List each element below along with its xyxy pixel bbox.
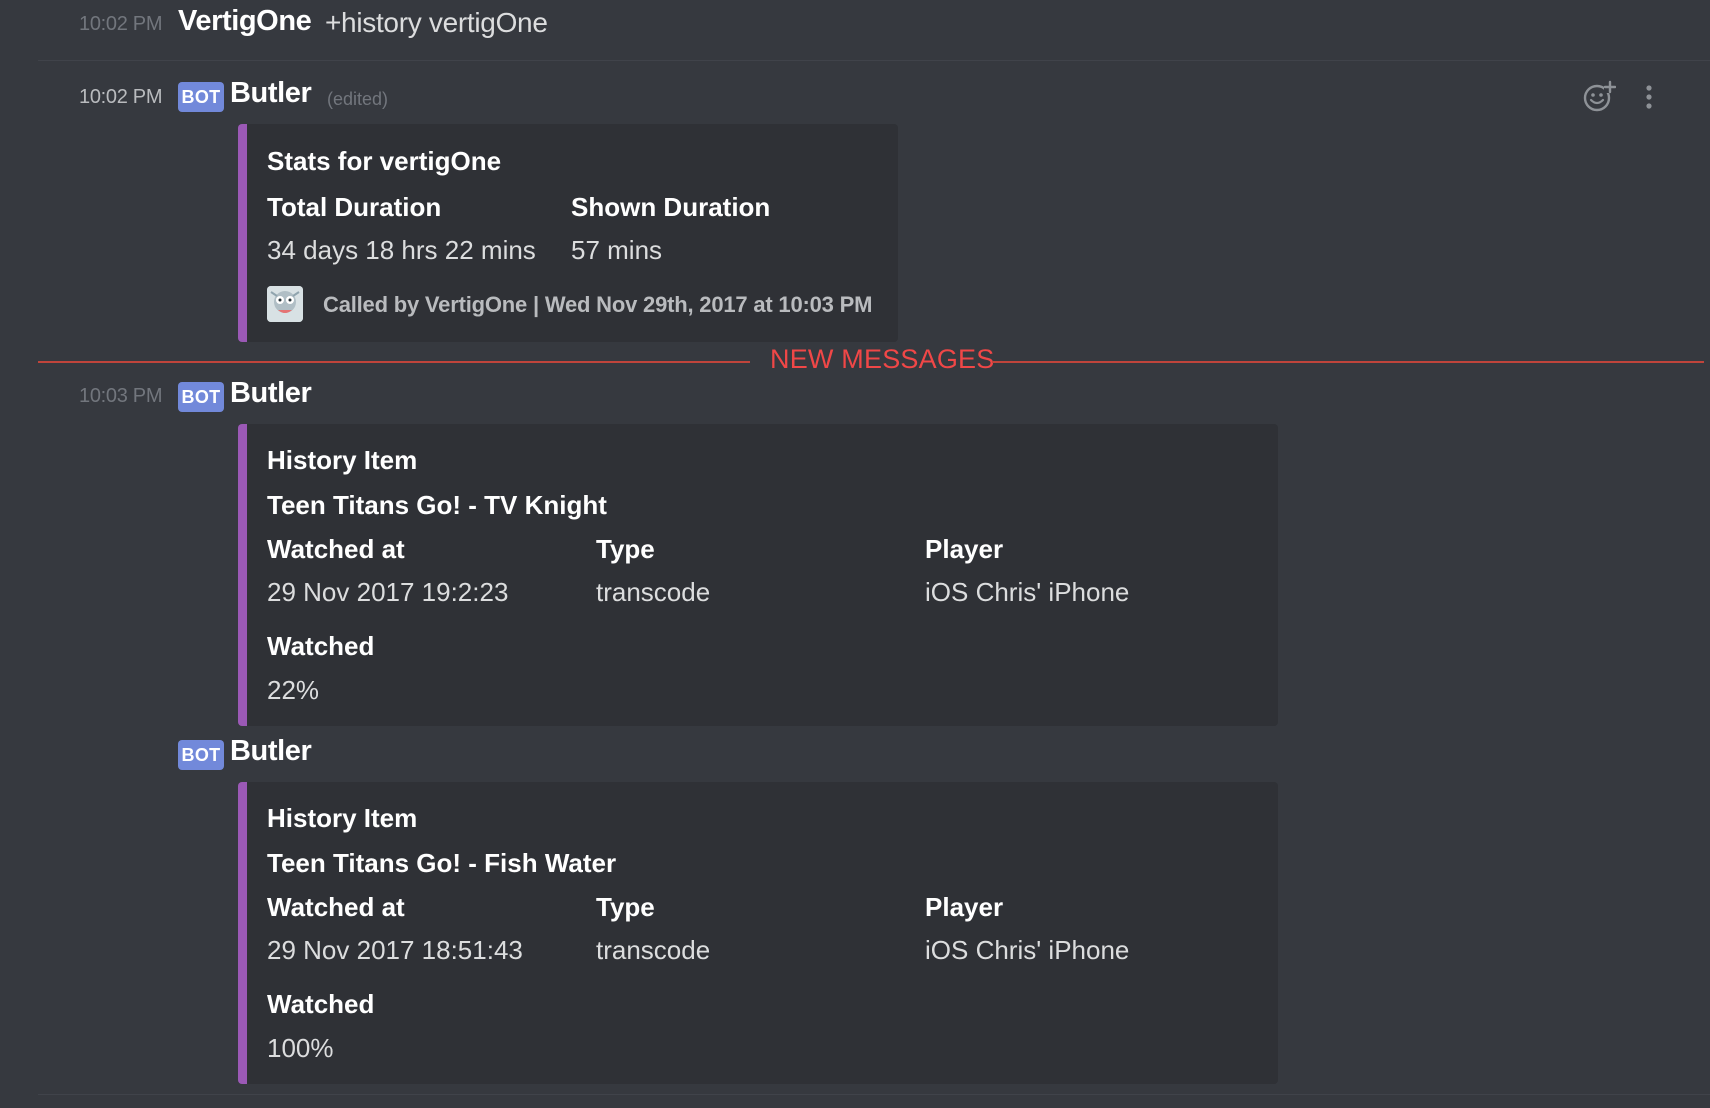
field-name-watched-at: Watched at <box>267 534 405 564</box>
field-name-watched: Watched <box>267 631 375 661</box>
message-content: +history vertigOne <box>325 7 548 38</box>
field-value-watched-at: 29 Nov 2017 19:2:23 <box>267 577 509 607</box>
embed-footer: Called by VertigOne | Wed Nov 29th, 2017… <box>323 292 873 317</box>
new-messages-line-left <box>38 361 750 363</box>
message-timestamp: 10:02 PM <box>79 86 163 108</box>
field-value-player: iOS Chris' iPhone <box>925 577 1130 607</box>
author-name[interactable]: Butler <box>230 377 312 410</box>
history-embed-1: History Item Teen Titans Go! - TV Knight… <box>238 424 1278 726</box>
history-embed-2: History Item Teen Titans Go! - Fish Wate… <box>238 782 1278 1084</box>
new-messages-line-right <box>992 361 1704 363</box>
footer-avatar-icon <box>267 286 303 322</box>
embed-title: History Item <box>267 803 418 833</box>
field-value-type: transcode <box>596 935 711 965</box>
field-name-player: Player <box>925 534 1004 564</box>
author-name[interactable]: Butler <box>230 735 312 768</box>
embed-subtitle: Teen Titans Go! - Fish Water <box>267 848 617 878</box>
field-value-total-duration: 34 days 18 hrs 22 mins <box>267 235 536 265</box>
new-messages-label: NEW MESSAGES <box>770 344 995 374</box>
field-name-type: Type <box>596 892 655 922</box>
field-value-shown-duration: 57 mins <box>571 235 663 265</box>
field-name-watched: Watched <box>267 989 375 1019</box>
message-timestamp: 10:03 PM <box>79 385 163 407</box>
message-divider <box>38 1094 1710 1095</box>
field-value-type: transcode <box>596 577 711 607</box>
field-name-shown-duration: Shown Duration <box>571 192 771 222</box>
edited-indicator: (edited) <box>327 89 389 109</box>
field-name-total-duration: Total Duration <box>267 192 442 222</box>
field-name-watched-at: Watched at <box>267 892 405 922</box>
author-name[interactable]: Butler <box>230 77 312 110</box>
bot-badge: BOT <box>178 382 224 412</box>
embed-title: Stats for vertigOne <box>267 146 502 176</box>
embed-subtitle: Teen Titans Go! - TV Knight <box>267 490 607 520</box>
chat-messages: 10:02 PM VertigOne +history vertigOne 10… <box>0 0 1710 1108</box>
stats-embed: Stats for vertigOne Total Duration 34 da… <box>238 124 898 342</box>
author-name[interactable]: VertigOne <box>178 5 312 38</box>
field-name-type: Type <box>596 534 655 564</box>
bot-badge: BOT <box>178 740 224 770</box>
more-options-icon[interactable] <box>1632 80 1666 114</box>
field-value-watched: 100% <box>267 1033 334 1063</box>
field-value-watched-at: 29 Nov 2017 18:51:43 <box>267 935 523 965</box>
field-value-player: iOS Chris' iPhone <box>925 935 1130 965</box>
message-divider <box>38 60 1710 61</box>
field-name-player: Player <box>925 892 1004 922</box>
bot-badge: BOT <box>178 82 224 112</box>
message-timestamp: 10:02 PM <box>79 13 163 35</box>
embed-title: History Item <box>267 445 418 475</box>
add-reaction-icon[interactable] <box>1582 80 1616 114</box>
field-value-watched: 22% <box>267 675 320 705</box>
